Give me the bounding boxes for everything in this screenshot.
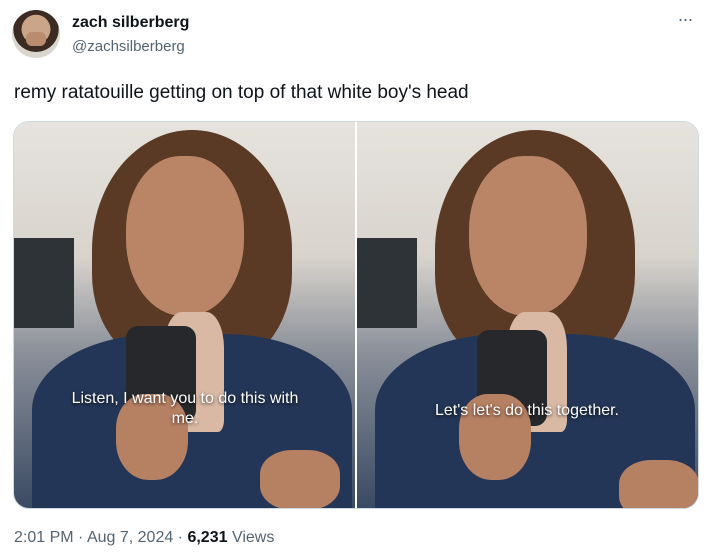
author-handle[interactable]: @zachsilberberg [72, 37, 185, 57]
tweet-time[interactable]: 2:01 PM [14, 529, 74, 546]
author-name[interactable]: zach silberberg [72, 13, 189, 33]
media-caption-right: Let's let's do this together. [435, 402, 619, 419]
tweet-meta: 2:01 PM · Aug 7, 2024 · 6,231 Views [14, 528, 274, 548]
hand-shape [260, 450, 340, 508]
more-horizontal-icon[interactable]: ··· [674, 8, 696, 30]
face-shape [126, 156, 244, 316]
views-label: Views [227, 529, 275, 546]
views-count: 6,231 [187, 529, 228, 546]
avatar-hand-shape [26, 32, 46, 46]
media-image-left[interactable]: Listen, I want you to do this with me. [14, 122, 355, 508]
tweet-text: remy ratatouille getting on top of that … [14, 82, 469, 103]
tweet-date[interactable]: Aug 7, 2024 [87, 529, 173, 546]
background-shape [14, 238, 74, 328]
hand-shape [619, 460, 698, 508]
tweet-media[interactable]: Listen, I want you to do this with me. L… [13, 121, 699, 509]
face-shape [469, 156, 587, 316]
media-caption-left: Listen, I want you to do this with me. [71, 390, 299, 427]
media-image-right[interactable]: Let's let's do this together. [357, 122, 698, 508]
meta-separator: · [73, 529, 87, 546]
meta-separator: · [173, 529, 188, 546]
author-avatar[interactable] [12, 10, 60, 58]
background-shape [357, 238, 417, 328]
